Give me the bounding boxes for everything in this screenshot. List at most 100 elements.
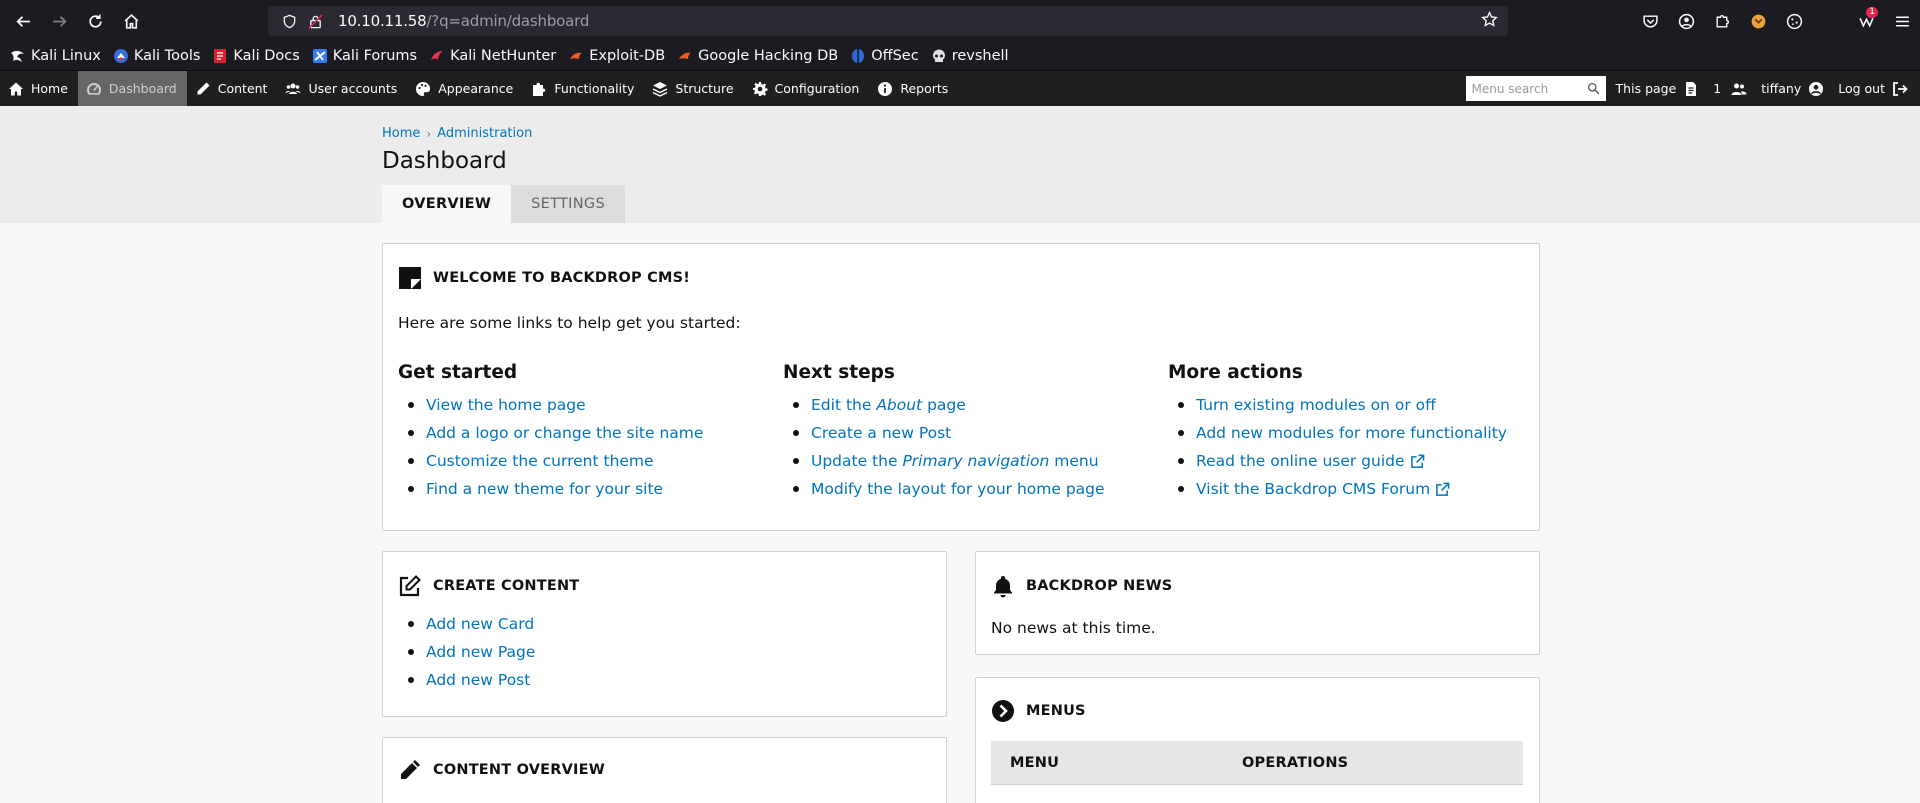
pencil-icon bbox=[197, 82, 210, 94]
url-host: 10.10.11.58 bbox=[338, 12, 427, 30]
content-overview-title-text: CONTENT OVERVIEW bbox=[433, 762, 605, 778]
admin-menu-dashboard[interactable]: Dashboard bbox=[77, 71, 187, 106]
blank-extension[interactable] bbox=[1812, 3, 1848, 39]
bookmark-offsec[interactable]: OffSec bbox=[850, 48, 919, 64]
bookmark-revshell[interactable]: revshell bbox=[931, 48, 1009, 64]
this-page-link[interactable]: This page bbox=[1616, 81, 1700, 97]
account-button[interactable] bbox=[1668, 3, 1704, 39]
tab-settings[interactable]: SETTINGS bbox=[511, 185, 625, 223]
get-started-heading: Get started bbox=[398, 362, 518, 383]
logout-link[interactable]: Log out bbox=[1838, 81, 1908, 97]
back-button[interactable] bbox=[5, 3, 41, 39]
menus-title: MENUS bbox=[991, 699, 1086, 723]
foxyproxy-button[interactable] bbox=[1740, 3, 1776, 39]
forward-button[interactable] bbox=[41, 3, 77, 39]
admin-menu-appearance[interactable]: Appearance bbox=[407, 71, 523, 106]
add-logo-link[interactable]: Add a logo or change the site name bbox=[426, 419, 703, 447]
insecure-lock-icon[interactable] bbox=[304, 10, 326, 32]
get-started-column: Get started View the home page Add a log… bbox=[398, 362, 703, 503]
find-theme-link[interactable]: Find a new theme for your site bbox=[426, 475, 663, 503]
bookmark-star-icon[interactable] bbox=[1481, 10, 1498, 32]
menu-search-input[interactable]: Menu search bbox=[1465, 76, 1606, 101]
add-page-link[interactable]: Add new Page bbox=[426, 638, 535, 666]
cookie-button[interactable] bbox=[1776, 3, 1812, 39]
column-header-menu: MENU bbox=[1010, 754, 1060, 771]
app-menu-button[interactable] bbox=[1884, 3, 1920, 39]
backdrop-news-title: BACKDROP NEWS bbox=[991, 574, 1172, 598]
list-item: Modify the layout for your home page bbox=[783, 475, 1105, 503]
forum-link[interactable]: Visit the Backdrop CMS Forum bbox=[1196, 475, 1430, 503]
bookmark-label: Kali Docs bbox=[233, 48, 300, 64]
kali-docs-icon bbox=[212, 48, 228, 64]
admin-menu-home[interactable]: Home bbox=[0, 71, 78, 106]
forward-arrow-icon bbox=[52, 15, 67, 27]
tab-overview[interactable]: OVERVIEW bbox=[382, 185, 512, 223]
modules-on-off-link[interactable]: Turn existing modules on or off bbox=[1196, 391, 1436, 419]
breadcrumb: Home › Administration bbox=[382, 126, 532, 141]
add-post-link[interactable]: Add new Post bbox=[426, 666, 530, 694]
logout-label: Log out bbox=[1838, 81, 1885, 96]
external-link-icon bbox=[1436, 482, 1450, 496]
next-steps-column: Next steps Edit the About page Create a … bbox=[783, 362, 1105, 503]
bookmark-exploit-db[interactable]: Exploit-DB bbox=[568, 48, 665, 64]
breadcrumb-separator-icon: › bbox=[426, 126, 432, 141]
menus-block: MENUS MENU OPERATIONS bbox=[975, 677, 1540, 803]
breadcrumb-administration[interactable]: Administration bbox=[437, 126, 532, 141]
link-text: page bbox=[922, 396, 966, 414]
add-modules-link[interactable]: Add new modules for more functionality bbox=[1196, 419, 1507, 447]
user-circle-icon bbox=[1809, 81, 1824, 96]
bookmark-label: Google Hacking DB bbox=[698, 48, 839, 64]
admin-menu-reports[interactable]: Reports bbox=[869, 71, 958, 106]
shield-icon[interactable] bbox=[278, 10, 300, 32]
list-item: View the home page bbox=[398, 391, 703, 419]
hamburger-menu-icon bbox=[1895, 15, 1909, 27]
bookmark-kali-linux[interactable]: Kali Linux bbox=[10, 48, 101, 64]
welcome-block: WELCOME TO BACKDROP CMS! Here are some l… bbox=[382, 243, 1540, 531]
bookmark-google-hacking-db[interactable]: Google Hacking DB bbox=[677, 48, 838, 64]
bookmark-kali-docs[interactable]: Kali Docs bbox=[212, 48, 300, 64]
username-label: tiffany bbox=[1761, 81, 1802, 96]
kali-dragon-icon bbox=[10, 48, 26, 64]
list-item: Edit the About page bbox=[783, 391, 1105, 419]
list-item: Read the online user guide bbox=[1168, 447, 1507, 475]
view-home-page-link[interactable]: View the home page bbox=[426, 391, 586, 419]
reload-button[interactable] bbox=[77, 3, 113, 39]
info-icon bbox=[878, 81, 893, 96]
bookmark-kali-nethunter[interactable]: Kali NetHunter bbox=[429, 48, 556, 64]
link-emphasis: About bbox=[876, 396, 923, 414]
customize-theme-link[interactable]: Customize the current theme bbox=[426, 447, 654, 475]
home-outline-icon bbox=[124, 13, 138, 29]
admin-menu-content[interactable]: Content bbox=[187, 71, 278, 106]
add-card-link[interactable]: Add new Card bbox=[426, 610, 534, 638]
list-item: Add new Card bbox=[398, 610, 535, 638]
admin-menu-structure[interactable]: Structure bbox=[644, 71, 743, 106]
document-icon bbox=[1686, 81, 1697, 96]
admin-menu-label: Content bbox=[217, 81, 268, 96]
user-guide-link[interactable]: Read the online user guide bbox=[1196, 447, 1405, 475]
url-bar[interactable]: 10.10.11.58/?q=admin/dashboard bbox=[268, 6, 1508, 36]
list-item: Update the Primary navigation menu bbox=[783, 447, 1105, 475]
user-account-link[interactable]: tiffany bbox=[1761, 81, 1824, 97]
pocket-button[interactable] bbox=[1632, 3, 1668, 39]
layers-icon bbox=[653, 81, 668, 97]
admin-menu-label: Appearance bbox=[438, 81, 514, 96]
edit-about-page-link[interactable]: Edit the About page bbox=[811, 391, 966, 419]
wappalyzer-button[interactable]: 1 bbox=[1848, 3, 1884, 39]
home-button[interactable] bbox=[113, 3, 149, 39]
admin-menu-label: Functionality bbox=[554, 81, 635, 96]
admin-menu-configuration[interactable]: Configuration bbox=[744, 71, 870, 106]
admin-menu-functionality[interactable]: Functionality bbox=[523, 71, 644, 106]
bookmark-label: Kali Tools bbox=[133, 48, 201, 64]
list-item: Add a logo or change the site name bbox=[398, 419, 703, 447]
create-post-link[interactable]: Create a new Post bbox=[811, 419, 951, 447]
breadcrumb-home[interactable]: Home bbox=[382, 126, 420, 141]
bookmark-kali-forums[interactable]: Kali Forums bbox=[312, 48, 417, 64]
extensions-button[interactable] bbox=[1704, 3, 1740, 39]
list-item: Visit the Backdrop CMS Forum bbox=[1168, 475, 1507, 503]
update-primary-navigation-link[interactable]: Update the Primary navigation menu bbox=[811, 447, 1099, 475]
users-online-link[interactable]: 1 bbox=[1713, 81, 1747, 97]
create-content-title-text: CREATE CONTENT bbox=[433, 578, 580, 594]
admin-menu-user-accounts[interactable]: User accounts bbox=[277, 71, 407, 106]
bookmark-kali-tools[interactable]: Kali Tools bbox=[113, 48, 201, 64]
modify-layout-link[interactable]: Modify the layout for your home page bbox=[811, 475, 1105, 503]
